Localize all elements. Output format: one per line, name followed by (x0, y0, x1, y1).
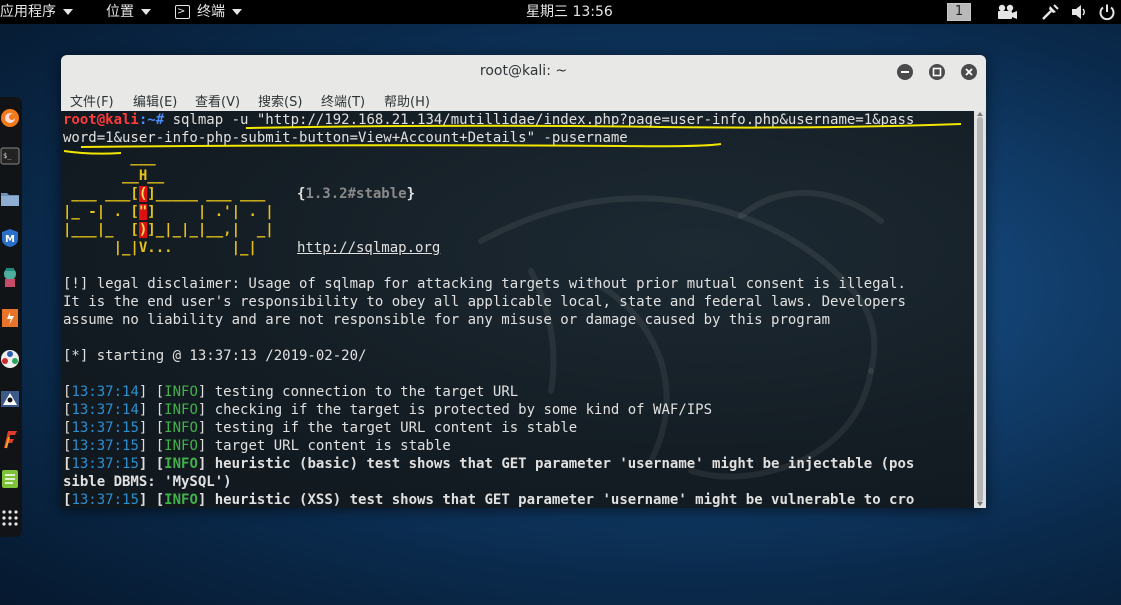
logo-line-6: |_|V... |_| (63, 240, 283, 256)
terminal-icon: $_ (0, 147, 20, 165)
leafpad-launcher[interactable] (0, 467, 20, 491)
folder-icon (1, 193, 19, 206)
log-line: [13:37:15] [INFO] heuristic (basic) test… (63, 456, 915, 472)
log-line: [13:37:15] [INFO] target URL content is … (63, 438, 451, 454)
scroll-down-icon[interactable] (976, 501, 984, 507)
chevron-down-icon (232, 9, 242, 15)
workspace-indicator[interactable]: 1 (947, 3, 971, 21)
armitage-launcher[interactable] (0, 265, 20, 289)
logo-line-4: |_ -| . ["] | .'| . | (63, 204, 274, 220)
text-editor-icon (2, 470, 18, 488)
terminal-launcher[interactable]: $_ (0, 144, 20, 168)
armitage-icon (4, 268, 16, 287)
disclaimer-line-1: [!] legal disclaimer: Usage of sqlmap fo… (63, 276, 906, 292)
beef-launcher[interactable] (0, 387, 20, 411)
log-line: [13:37:15] [INFO] heuristic (XSS) test s… (63, 492, 915, 508)
burpsuite-icon (2, 309, 18, 327)
log-line: [13:37:14] [INFO] testing connection to … (63, 384, 519, 400)
menu-help[interactable]: 帮助(H) (384, 91, 430, 110)
sqlmap-version: 1.3.2#stable (305, 186, 407, 202)
logo-highlight: ( (138, 186, 148, 202)
applications-menu[interactable]: 应用程序 (0, 0, 73, 24)
maximize-icon (932, 67, 942, 77)
menu-edit[interactable]: 编辑(E) (133, 91, 177, 110)
network-tool-icon[interactable] (1040, 3, 1060, 21)
grid-icon (2, 510, 18, 526)
maximize-button[interactable] (929, 64, 945, 80)
places-menu[interactable]: 位置 (106, 0, 151, 24)
show-applications-button[interactable] (0, 506, 20, 530)
disclaimer-line-2: It is the end user's responsibility to o… (63, 294, 906, 310)
svg-text:$_: $_ (3, 152, 12, 160)
terminal-output[interactable]: root@kali:~# sqlmap -u "http://192.168.2… (61, 111, 974, 508)
power-icon[interactable] (1098, 3, 1116, 21)
places-label: 位置 (106, 4, 134, 20)
terminal-app-menu[interactable]: 终端 (175, 0, 242, 24)
log-line: [13:37:15] [INFO] testing if the target … (63, 420, 578, 436)
terminal-app-label: 终端 (197, 4, 225, 20)
terminal-icon (175, 0, 190, 24)
menu-view[interactable]: 查看(V) (195, 91, 240, 110)
logo-line-5: |___|_ [)]_|_|_|__,| _| (63, 222, 274, 238)
window-titlebar[interactable]: root@kali: ~ (61, 55, 986, 89)
log-line-wrap: sible DBMS: 'MySQL') (63, 474, 232, 490)
volume-icon[interactable] (1070, 3, 1088, 21)
menu-bar: 文件(F) 编辑(E) 查看(V) 搜索(S) 终端(T) 帮助(H) (61, 89, 986, 111)
maltego-icon (1, 350, 19, 368)
terminal-scrollbar[interactable] (974, 111, 986, 508)
disclaimer-line-3: assume no liability and are not responsi… (63, 312, 831, 328)
logo-highlight: " (138, 204, 148, 220)
chevron-down-icon (141, 9, 151, 15)
faraday-icon (4, 431, 17, 449)
sqlmap-url[interactable]: http://sqlmap.org (297, 239, 440, 257)
starting-line: [*] starting @ 13:37:13 /2019-02-20/ (63, 348, 367, 364)
dock: $_ M (0, 97, 22, 537)
beef-icon (1, 391, 19, 407)
scrollbar-thumb[interactable] (977, 117, 983, 502)
applications-label: 应用程序 (0, 4, 56, 20)
minimize-button[interactable] (897, 64, 913, 80)
burpsuite-launcher[interactable] (0, 306, 20, 330)
video-camera-icon[interactable] (996, 3, 1018, 21)
logo-line-3: ___ ___[(]_____ ___ ___ (63, 186, 283, 202)
metasploit-launcher[interactable]: M (0, 226, 20, 250)
logo-highlight: ) (138, 222, 148, 238)
files-launcher[interactable] (0, 186, 20, 210)
faraday-launcher[interactable] (0, 427, 20, 451)
sqlmap-ascii-logo: ___ __H__ ___ ___[(]_____ ___ ___ |_ -| … (63, 149, 282, 257)
terminal-window: root@kali: ~ 文件(F) 编辑(E) 查看(V) 搜索(S) 终端(… (61, 55, 986, 508)
close-button[interactable] (961, 64, 977, 80)
clock[interactable]: 星期三 13:56 (526, 0, 613, 24)
top-panel: 应用程序 位置 终端 星期三 13:56 1 (0, 0, 1121, 24)
menu-search[interactable]: 搜索(S) (258, 91, 302, 110)
svg-text:M: M (5, 234, 15, 245)
close-icon (965, 68, 973, 76)
logo-line-1: ___ (63, 150, 156, 166)
version-line: {1.3.2#stable} (297, 186, 416, 202)
menu-terminal[interactable]: 终端(T) (321, 91, 365, 110)
scroll-up-icon[interactable] (976, 111, 984, 117)
log-line: [13:37:14] [INFO] checking if the target… (63, 402, 713, 418)
logo-line-2: __H__ (63, 168, 165, 184)
maltego-launcher[interactable] (0, 347, 20, 371)
minimize-icon (901, 71, 909, 73)
chevron-down-icon (63, 9, 73, 15)
menu-file[interactable]: 文件(F) (70, 91, 114, 110)
metasploit-icon: M (2, 229, 18, 247)
firefox-icon (1, 109, 19, 127)
window-title: root@kali: ~ (479, 63, 568, 79)
firefox-launcher[interactable] (0, 106, 20, 130)
